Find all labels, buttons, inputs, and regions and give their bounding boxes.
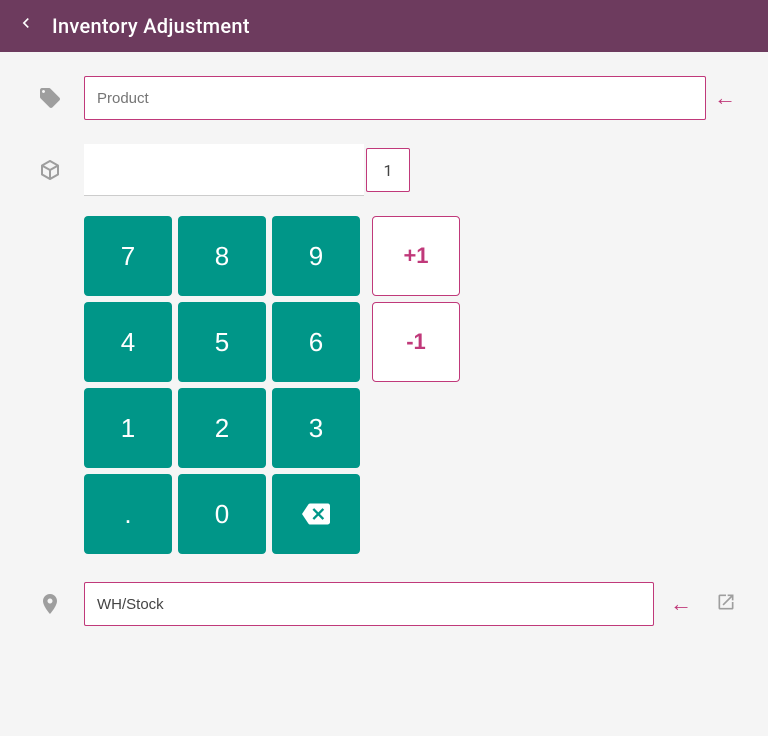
numpad-4[interactable]: 4 xyxy=(84,302,172,382)
numpad-9[interactable]: 9 xyxy=(272,216,360,296)
numpad-6[interactable]: 6 xyxy=(272,302,360,382)
plusminus-column: +1 -1 xyxy=(372,216,460,554)
numpad-7[interactable]: 7 xyxy=(84,216,172,296)
location-icon xyxy=(32,592,68,616)
numpad-dot[interactable]: . xyxy=(84,474,172,554)
external-link-icon[interactable] xyxy=(716,592,736,617)
numpad-area: 7 8 9 4 5 6 1 2 3 . 0 +1 -1 xyxy=(84,216,736,554)
tag-icon xyxy=(32,86,68,110)
numpad-3[interactable]: 3 xyxy=(272,388,360,468)
quantity-field-wrap: 1 xyxy=(84,144,410,196)
location-row: ← xyxy=(32,582,736,626)
location-input[interactable] xyxy=(84,582,654,626)
numpad-2[interactable]: 2 xyxy=(178,388,266,468)
product-row: ← xyxy=(32,76,736,120)
quantity-badge: 1 xyxy=(366,148,410,192)
minus-one-button[interactable]: -1 xyxy=(372,302,460,382)
cube-icon xyxy=(32,158,68,182)
quantity-row: 1 xyxy=(32,144,736,196)
location-input-group: ← xyxy=(84,582,692,626)
quantity-input[interactable] xyxy=(84,144,364,196)
numpad-1[interactable]: 1 xyxy=(84,388,172,468)
page-title: Inventory Adjustment xyxy=(52,14,250,38)
numpad-grid: 7 8 9 4 5 6 1 2 3 . 0 xyxy=(84,216,360,554)
numpad-backspace[interactable] xyxy=(272,474,360,554)
numpad-5[interactable]: 5 xyxy=(178,302,266,382)
numpad-0[interactable]: 0 xyxy=(178,474,266,554)
header: Inventory Adjustment xyxy=(0,0,768,52)
product-input-wrap: ← xyxy=(84,76,736,120)
location-arrow-annotation: ← xyxy=(670,591,692,617)
product-input[interactable] xyxy=(84,76,706,120)
numpad-8[interactable]: 8 xyxy=(178,216,266,296)
product-arrow-annotation: ← xyxy=(714,85,736,111)
plus-one-button[interactable]: +1 xyxy=(372,216,460,296)
main-content: ← 1 7 8 9 4 5 6 1 2 3 . xyxy=(0,52,768,650)
back-button[interactable] xyxy=(16,13,36,39)
